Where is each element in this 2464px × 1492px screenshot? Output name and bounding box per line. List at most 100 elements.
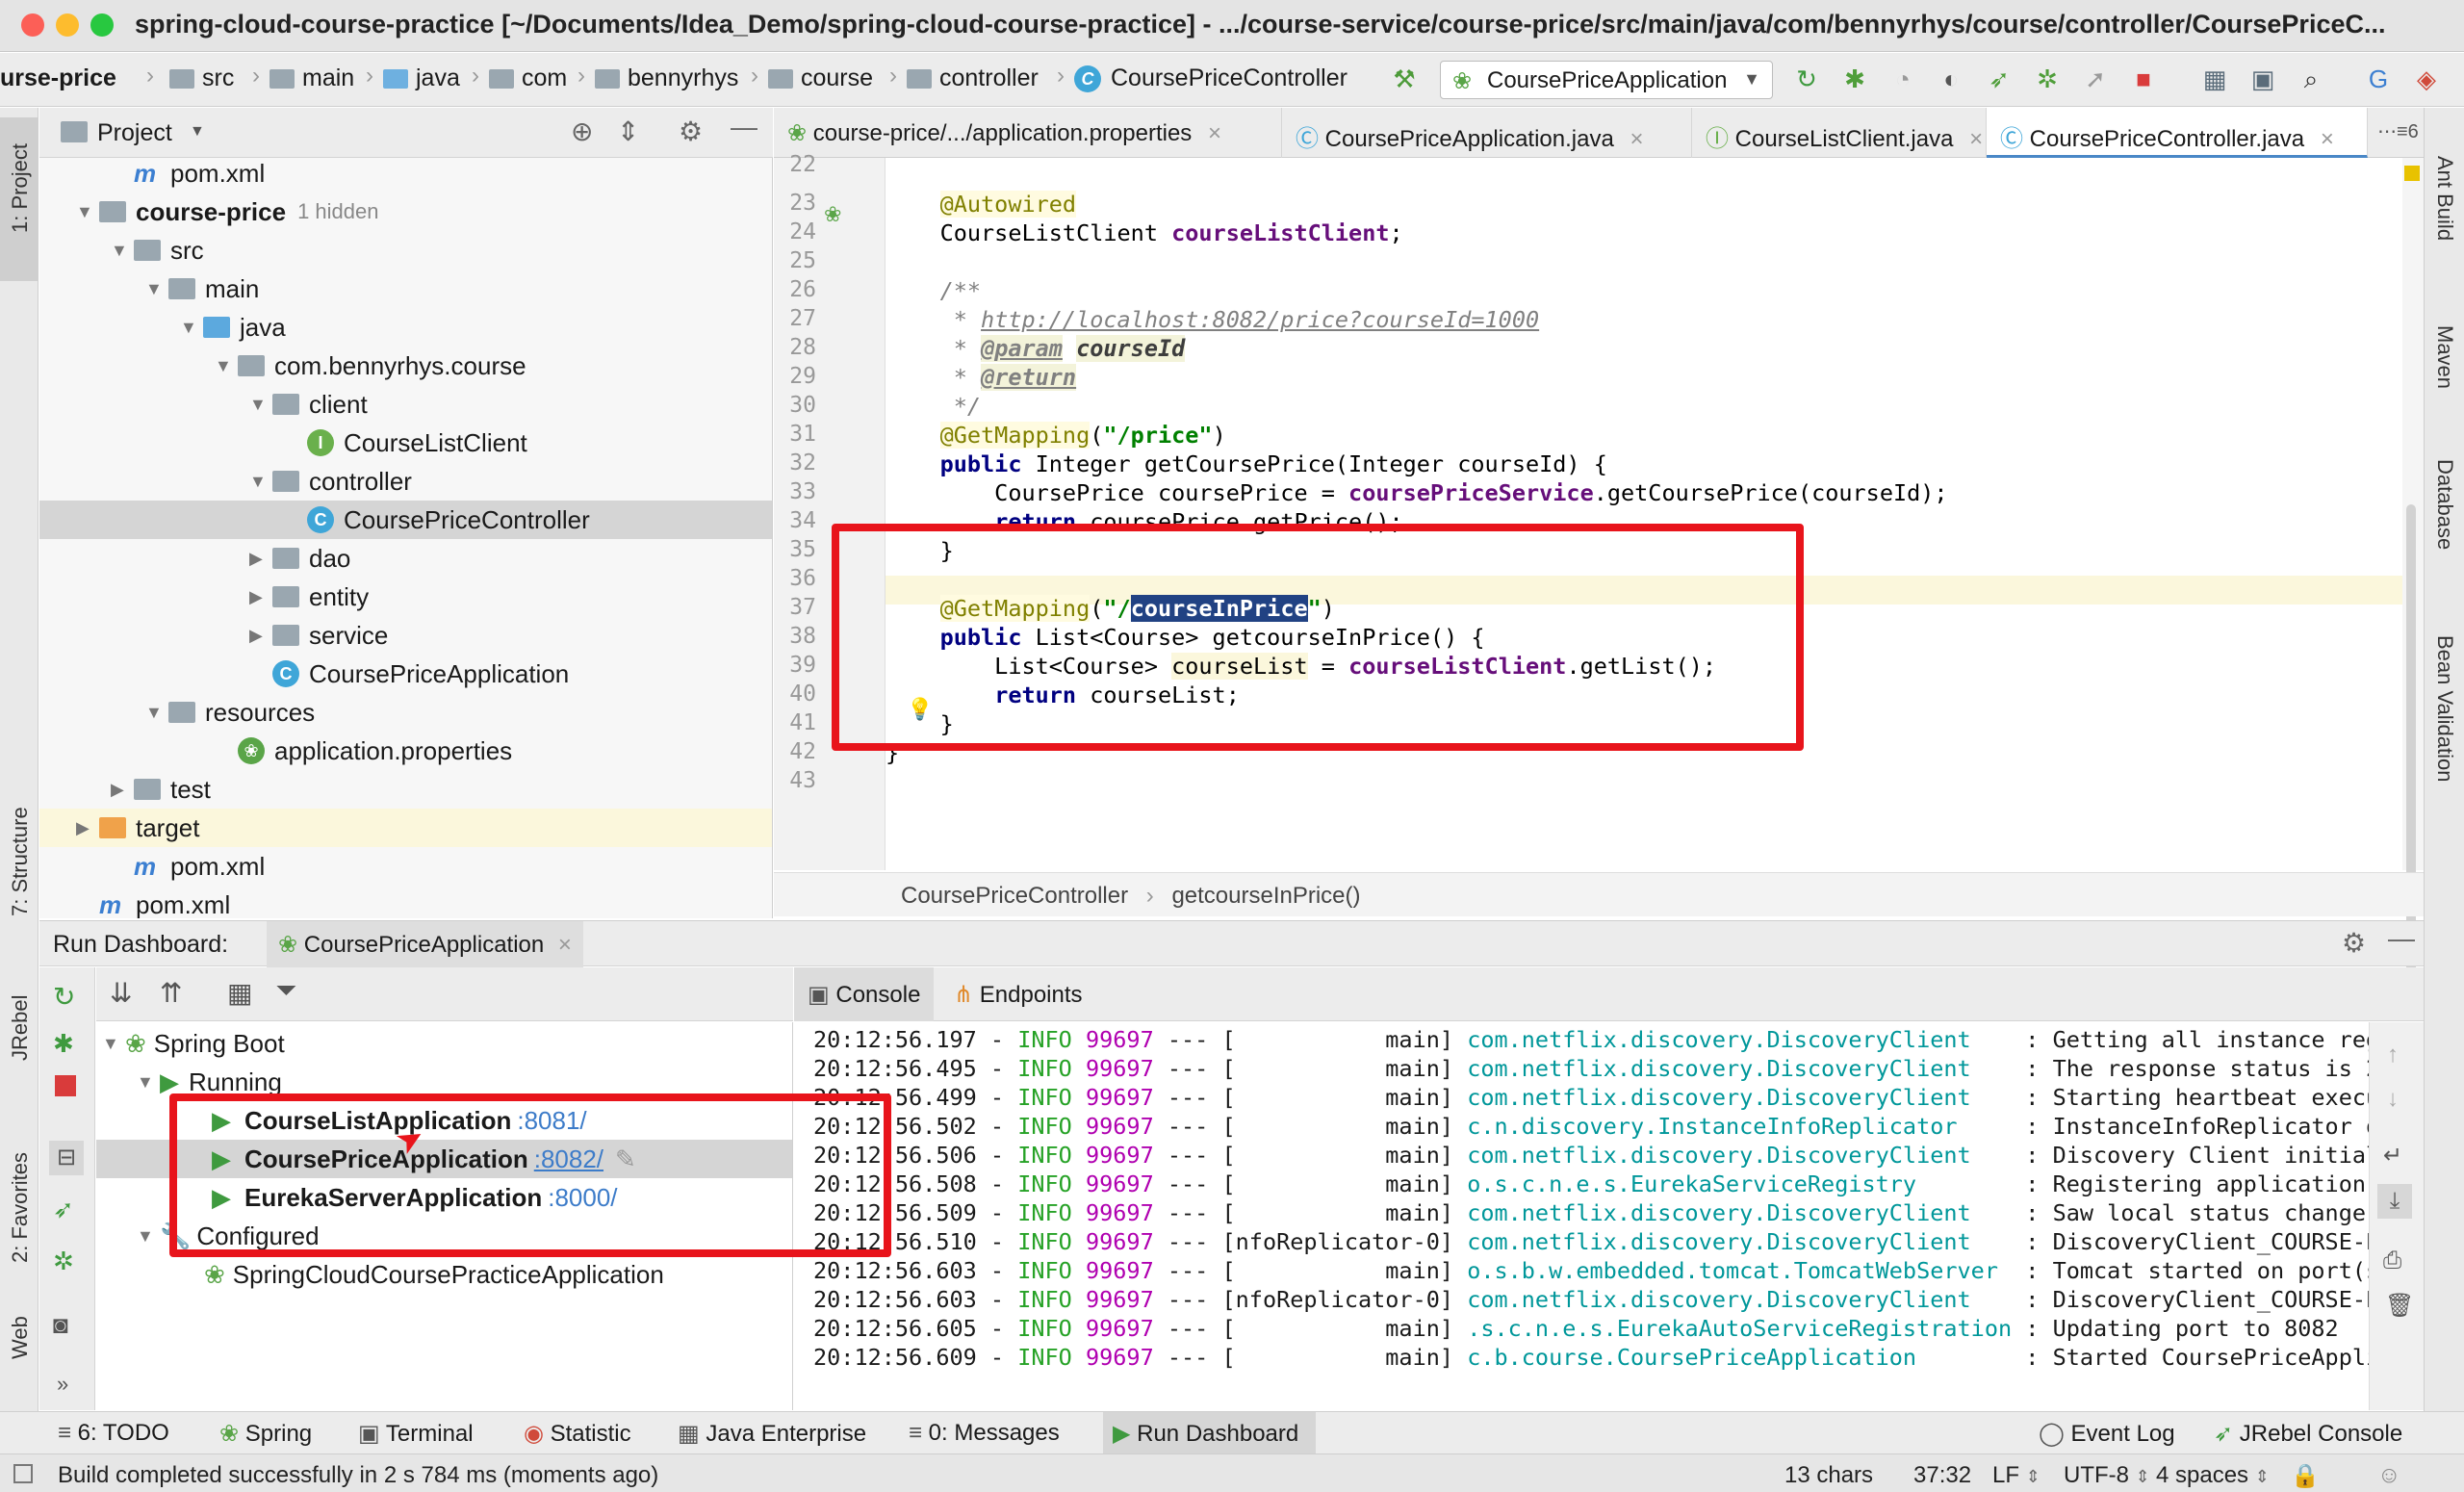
tree-item[interactable]: ▼ com.bennyrhys.course (39, 347, 772, 385)
run-dashboard-tab[interactable]: ❀ CoursePriceApplication × (267, 921, 583, 967)
project-tool-window-button[interactable]: 1: Project (0, 117, 38, 281)
tab-application-properties[interactable]: ❀ course-price/.../application.propertie… (774, 108, 1282, 158)
print-icon[interactable]: ⎙ (2383, 1248, 2401, 1274)
running-node[interactable]: ▼ ▶ Running (137, 1063, 282, 1101)
expand-more-icon[interactable]: » (57, 1372, 68, 1397)
tree-item[interactable]: ▼ main (39, 270, 772, 308)
chevron-right-icon[interactable]: ▶ (76, 818, 99, 838)
build-hammer-icon[interactable]: ⚒ (1390, 64, 1419, 93)
chevron-down-icon[interactable]: ▼ (145, 279, 168, 299)
plugin-icon[interactable]: ◈ (2412, 64, 2441, 93)
expand-all-icon[interactable]: ⇊ (110, 977, 132, 1009)
tree-item[interactable]: ▼ controller (39, 462, 772, 501)
breadcrumb-method[interactable]: getcourseInPrice() (1171, 883, 1360, 909)
chevron-right-icon[interactable]: ▶ (249, 549, 272, 569)
tree-item[interactable]: ▼ java (39, 308, 772, 347)
tool-tab-jrebel-console[interactable]: ➶ JRebel Console (2214, 1420, 2402, 1448)
lock-icon[interactable]: 🔒 (2291, 1462, 2320, 1490)
chevron-down-icon[interactable]: ▼ (76, 202, 99, 222)
port-link[interactable]: :8082/ (534, 1145, 603, 1174)
tool-tab-statistic[interactable]: ◉ Statistic (524, 1420, 631, 1448)
caret-position[interactable]: 37:32 (1913, 1462, 1971, 1489)
tree-item[interactable]: ❀ application.properties (39, 732, 772, 770)
tab-console[interactable]: ▣ Console (794, 967, 935, 1021)
breadcrumb-module[interactable]: urse-price (0, 64, 116, 92)
scroll-up-icon[interactable]: ↑ (2387, 1042, 2399, 1068)
collapse-all-icon[interactable]: ⇈ (160, 977, 182, 1009)
tree-item[interactable]: ▶ entity (39, 578, 772, 616)
tree-item[interactable]: ▶ test (39, 770, 772, 809)
editor-scrollbar[interactable] (2402, 158, 2424, 995)
close-window-button[interactable] (21, 13, 44, 37)
favorites-tool-button[interactable]: 2: Favorites (8, 1152, 33, 1263)
chevron-right-icon[interactable]: ▶ (111, 780, 134, 800)
tree-item[interactable]: ▼ src (39, 231, 772, 270)
gear-icon[interactable]: ⚙ (679, 116, 703, 147)
coverage-icon[interactable]: ◔ (1888, 64, 1917, 93)
tree-item[interactable]: m pom.xml (39, 158, 772, 193)
app-node-courseprice[interactable]: ▶ CoursePriceApplication :8082/ ✎ (96, 1140, 792, 1178)
group-by-icon[interactable]: ▦ (227, 977, 252, 1009)
debug-icon[interactable]: ✱ (1840, 64, 1869, 93)
inspector-icon[interactable]: ☺ (2377, 1462, 2401, 1489)
tool-tab-terminal[interactable]: ▣ Terminal (358, 1420, 474, 1448)
attach-icon[interactable]: ➚ (2081, 64, 2110, 93)
tree-item[interactable]: ▶ dao (39, 539, 772, 578)
jrebel-debug-icon[interactable]: ✲ (2033, 64, 2062, 93)
hide-icon[interactable]: — (2388, 923, 2415, 954)
minimize-window-button[interactable] (56, 13, 79, 37)
breadcrumb-main[interactable]: main (270, 64, 354, 92)
console-output[interactable]: 20:12:56.197 - INFO 99697 --- [ main] co… (794, 1022, 2369, 1410)
chevron-down-icon[interactable]: ▼ (145, 703, 168, 723)
maximize-window-button[interactable] (90, 13, 114, 37)
breadcrumb-class[interactable]: CoursePriceController (901, 883, 1128, 909)
tree-item[interactable]: m pom.xml (39, 886, 772, 919)
rerun-icon[interactable]: ↻ (1792, 64, 1821, 93)
chevron-down-icon[interactable]: ▼ (111, 241, 134, 261)
tree-item[interactable]: ▼ client (39, 385, 772, 424)
chevron-down-icon[interactable]: ▼ (249, 472, 272, 492)
breadcrumb-bennyrhys[interactable]: bennyrhys (595, 64, 738, 92)
jrebel-run-icon[interactable]: ➶ (1985, 64, 2014, 93)
structure-tool-button[interactable]: 7: Structure (8, 807, 33, 916)
tool-tab-event-log[interactable]: ◯ Event Log (2039, 1420, 2175, 1448)
code-editor[interactable]: @Autowired CourseListClient courseListCl… (886, 158, 2408, 870)
hide-icon[interactable]: — (731, 112, 757, 142)
search-icon[interactable]: ⌕ (2297, 64, 2325, 93)
tree-item[interactable]: C CoursePriceController (39, 501, 772, 539)
stop-icon[interactable]: ■ (2129, 64, 2158, 93)
breadcrumb-java[interactable]: java (383, 64, 460, 92)
stop-icon[interactable] (55, 1075, 76, 1096)
collapse-all-icon[interactable]: ⇕ (617, 116, 639, 147)
project-view-select[interactable]: Project (97, 119, 172, 147)
translate-icon[interactable]: G (2364, 64, 2393, 93)
tree-item[interactable]: ▼ course-price 1 hidden (39, 193, 772, 231)
gear-icon[interactable]: ⚙ (2342, 927, 2366, 959)
breadcrumb-src[interactable]: src (169, 64, 234, 92)
status-message[interactable]: Build completed successfully in 2 s 784 … (58, 1462, 658, 1489)
line-separator[interactable]: LF ⇕ (1992, 1462, 2040, 1489)
scroll-down-icon[interactable]: ↓ (2387, 1086, 2399, 1113)
profile-icon[interactable]: ◐ (1937, 64, 1965, 93)
tool-tab-java-enterprise[interactable]: ▦ Java Enterprise (678, 1420, 866, 1448)
database-tool-button[interactable]: Database (2432, 459, 2457, 550)
close-icon[interactable]: × (1969, 126, 1983, 152)
tool-tab-todo[interactable]: ≡ 6: TODO (58, 1420, 169, 1447)
tab-endpoints[interactable]: ⋔ Endpoints (940, 967, 1096, 1021)
close-icon[interactable]: × (1630, 126, 1644, 152)
chevron-down-icon[interactable]: ▼ (180, 318, 203, 338)
tree-item[interactable]: ▼ resources (39, 693, 772, 732)
jrebel-run-icon[interactable]: ➶ (53, 1195, 74, 1224)
tab-coursepricecontroller[interactable]: Ⓒ CoursePriceController.java × (1987, 108, 2368, 158)
breadcrumb-controller[interactable]: controller (907, 64, 1039, 92)
close-icon[interactable]: × (558, 932, 572, 958)
edit-icon[interactable]: ✎ (615, 1145, 636, 1174)
chevron-down-icon[interactable]: ▼ (190, 123, 205, 141)
close-icon[interactable]: × (1208, 120, 1221, 146)
maven-tool-button[interactable]: Maven (2432, 325, 2457, 389)
rerun-icon[interactable]: ↻ (53, 981, 75, 1013)
port-link[interactable]: :8081/ (517, 1106, 586, 1136)
autowired-gutter-icon[interactable]: ❀ (824, 202, 841, 227)
tree-item[interactable]: m pom.xml (39, 847, 772, 886)
web-tool-button[interactable]: Web (8, 1316, 33, 1359)
